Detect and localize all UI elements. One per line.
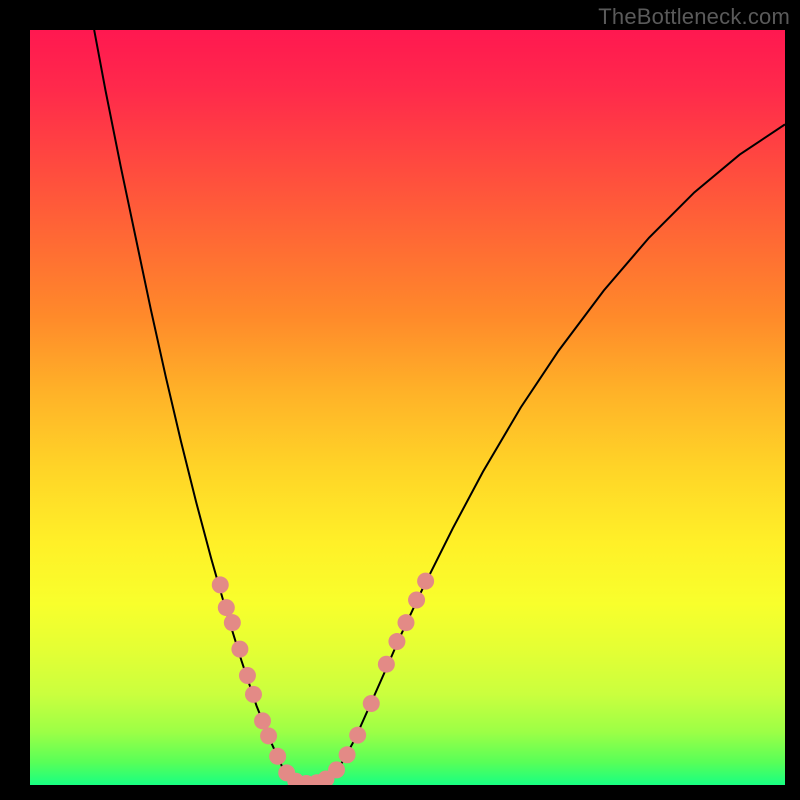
data-marker <box>388 633 405 650</box>
data-marker <box>224 614 241 631</box>
data-marker <box>417 573 434 590</box>
data-marker <box>349 727 366 744</box>
chart-frame: TheBottleneck.com <box>0 0 800 800</box>
data-marker <box>408 592 425 609</box>
plot-area <box>30 30 785 785</box>
data-marker <box>212 576 229 593</box>
data-marker <box>397 614 414 631</box>
curve-path <box>94 30 785 783</box>
data-marker <box>218 599 235 616</box>
data-marker <box>378 656 395 673</box>
data-marker <box>245 686 262 703</box>
data-marker <box>231 641 248 658</box>
data-marker <box>328 761 345 778</box>
data-marker <box>260 727 277 744</box>
bottleneck-curve <box>30 30 785 785</box>
data-marker <box>254 712 271 729</box>
data-marker <box>239 667 256 684</box>
data-marker <box>339 746 356 763</box>
data-marker <box>363 695 380 712</box>
data-marker <box>269 748 286 765</box>
watermark-text: TheBottleneck.com <box>598 4 790 30</box>
